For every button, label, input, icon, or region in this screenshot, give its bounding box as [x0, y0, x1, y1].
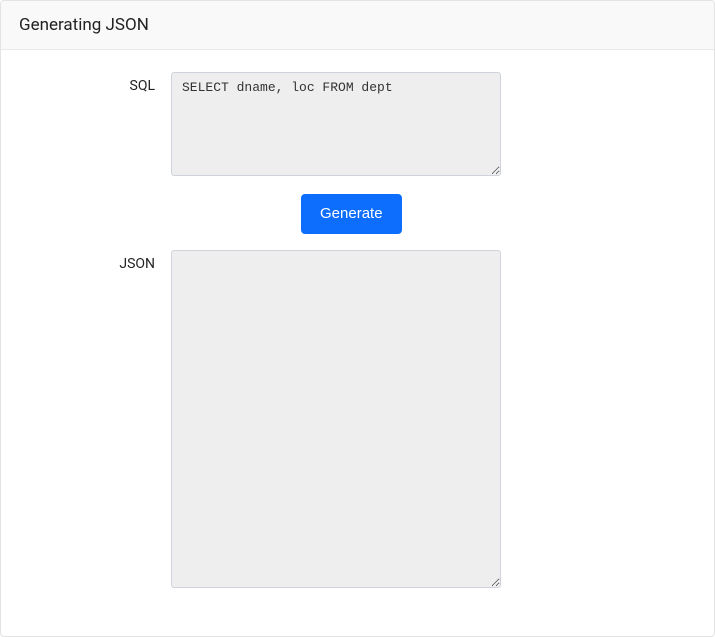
json-output[interactable]: [171, 250, 501, 588]
generating-json-card: Generating JSON SQL SELECT dname, loc FR…: [0, 0, 715, 637]
button-offset: [31, 194, 301, 234]
sql-input[interactable]: SELECT dname, loc FROM dept: [171, 72, 501, 176]
card-header: Generating JSON: [1, 1, 714, 50]
sql-wrap: SELECT dname, loc FROM dept: [171, 72, 501, 180]
sql-label: SQL: [31, 72, 171, 94]
json-row: JSON: [31, 250, 684, 592]
button-row: Generate: [31, 194, 684, 234]
json-wrap: [171, 250, 501, 592]
generate-button[interactable]: Generate: [301, 194, 402, 234]
json-label: JSON: [31, 250, 171, 272]
card-body: SQL SELECT dname, loc FROM dept Generate…: [1, 50, 714, 636]
sql-row: SQL SELECT dname, loc FROM dept: [31, 72, 684, 180]
card-title: Generating JSON: [19, 15, 149, 35]
